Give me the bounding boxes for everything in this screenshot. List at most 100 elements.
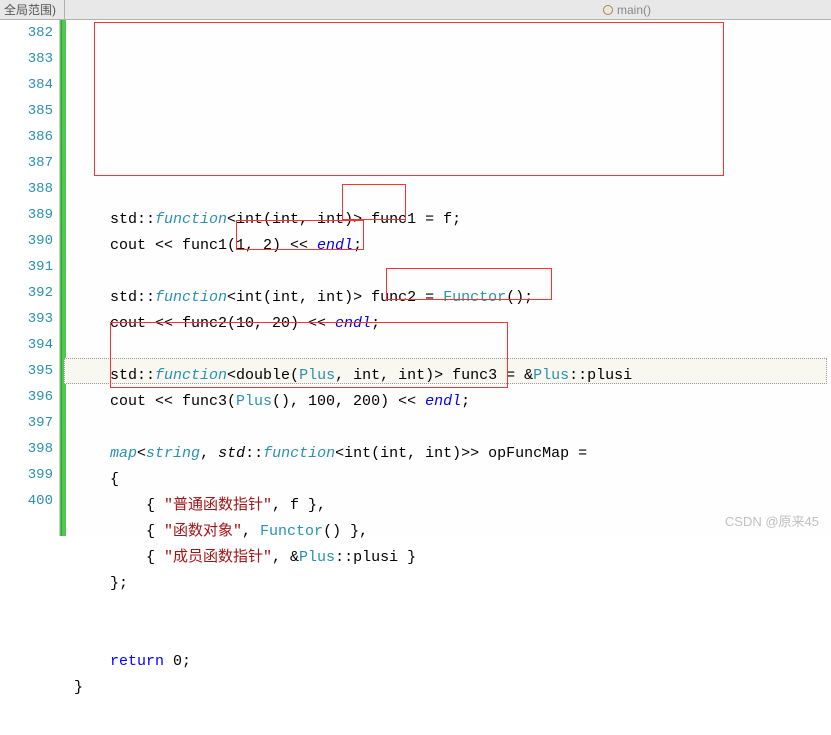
line-number: 387: [0, 150, 53, 176]
code-token: ::: [137, 367, 155, 384]
code-token: (), 100, 200) <<: [272, 393, 425, 410]
code-line: { "成员函数指针", &Plus::plusi }: [74, 545, 831, 571]
code-token: return: [110, 653, 164, 670]
code-token: [74, 263, 83, 280]
code-token: {: [74, 471, 119, 488]
code-token: , &: [272, 549, 299, 566]
code-token: ;: [461, 393, 470, 410]
line-number: 382: [0, 20, 53, 46]
code-token: function: [155, 211, 227, 228]
code-area[interactable]: std::function<int(int, int)> func1 = f; …: [66, 20, 831, 536]
code-token: cout << func3(: [74, 393, 236, 410]
scope-label: 全局范围): [4, 1, 56, 18]
code-line: cout << func3(Plus(), 100, 200) << endl;: [74, 389, 831, 415]
code-token: };: [74, 575, 128, 592]
line-number: 400: [0, 488, 53, 514]
code-token: [74, 627, 83, 644]
context-function: main(): [617, 3, 651, 17]
code-line: {: [74, 467, 831, 493]
code-token: "函数对象": [164, 523, 242, 540]
function-icon: [603, 5, 613, 15]
code-token: function: [155, 289, 227, 306]
code-token: <int(int, int)>> opFuncMap =: [335, 445, 587, 462]
line-number-gutter: 3823833843853863873883893903913923933943…: [0, 20, 60, 536]
code-token: function: [155, 367, 227, 384]
code-line: [74, 415, 831, 441]
code-token: Plus: [299, 549, 335, 566]
code-line: std::function<int(int, int)> func2 = Fun…: [74, 285, 831, 311]
code-token: }: [74, 679, 83, 696]
code-token: "成员函数指针": [164, 549, 272, 566]
line-number: 383: [0, 46, 53, 72]
code-line: map<string, std::function<int(int, int)>…: [74, 441, 831, 467]
code-token: [74, 445, 110, 462]
code-token: Functor: [443, 289, 506, 306]
code-token: ::plusi: [569, 367, 632, 384]
code-token: <double(: [227, 367, 299, 384]
line-number: 392: [0, 280, 53, 306]
code-line: [74, 259, 831, 285]
code-token: <int(int, int)> func2 =: [227, 289, 443, 306]
code-token: <int(int, int)> func1 = f;: [227, 211, 461, 228]
code-token: () },: [323, 523, 368, 540]
code-token: {: [74, 497, 164, 514]
code-token: Plus: [533, 367, 569, 384]
code-token: , f },: [272, 497, 326, 514]
line-number: 391: [0, 254, 53, 280]
context-dropdown[interactable]: main(): [603, 3, 651, 17]
code-token: map: [110, 445, 137, 462]
code-token: Plus: [236, 393, 272, 410]
code-line: cout << func1(1, 2) << endl;: [74, 233, 831, 259]
code-token: std: [74, 367, 137, 384]
code-line: cout << func2(10, 20) << endl;: [74, 311, 831, 337]
code-token: Functor: [260, 523, 323, 540]
code-token: [74, 341, 83, 358]
code-line: [74, 337, 831, 363]
line-number: 395: [0, 358, 53, 384]
code-line: };: [74, 571, 831, 597]
code-line: std::function<double(Plus, int, int)> fu…: [74, 363, 831, 389]
code-line: { "函数对象", Functor() },: [74, 519, 831, 545]
watermark: CSDN @原来45: [725, 511, 819, 530]
line-number: 398: [0, 436, 53, 462]
code-line: { "普通函数指针", f },: [74, 493, 831, 519]
line-number: 394: [0, 332, 53, 358]
code-token: {: [74, 549, 164, 566]
code-line: [74, 623, 831, 649]
code-token: 0;: [164, 653, 191, 670]
code-token: std: [218, 445, 245, 462]
code-token: ,: [242, 523, 260, 540]
code-token: ;: [371, 315, 380, 332]
line-number: 390: [0, 228, 53, 254]
code-token: [74, 601, 83, 618]
code-token: ;: [353, 237, 362, 254]
line-number: 386: [0, 124, 53, 150]
code-line: [74, 597, 831, 623]
code-token: ::: [245, 445, 263, 462]
code-token: ::: [137, 211, 155, 228]
code-token: cout << func2(10, 20) <<: [74, 315, 335, 332]
code-line: std::function<int(int, int)> func1 = f;: [74, 207, 831, 233]
code-token: ,: [200, 445, 218, 462]
scope-dropdown[interactable]: 全局范围): [0, 0, 65, 19]
code-token: ::plusi }: [335, 549, 416, 566]
line-number: 399: [0, 462, 53, 488]
code-token: [74, 419, 83, 436]
code-token: [74, 653, 110, 670]
annotation-box-1: [94, 22, 724, 176]
code-token: std: [74, 211, 137, 228]
code-token: Plus: [299, 367, 335, 384]
line-number: 384: [0, 72, 53, 98]
code-token: , int, int)> func3 = &: [335, 367, 533, 384]
line-number: 389: [0, 202, 53, 228]
line-number: 385: [0, 98, 53, 124]
code-token: {: [74, 523, 164, 540]
code-token: "普通函数指针": [164, 497, 272, 514]
code-token: <: [137, 445, 146, 462]
line-number: 396: [0, 384, 53, 410]
line-number: 393: [0, 306, 53, 332]
code-token: ();: [506, 289, 533, 306]
code-editor[interactable]: 3823833843853863873883893903913923933943…: [0, 20, 831, 536]
line-number: 397: [0, 410, 53, 436]
code-token: std: [74, 289, 137, 306]
